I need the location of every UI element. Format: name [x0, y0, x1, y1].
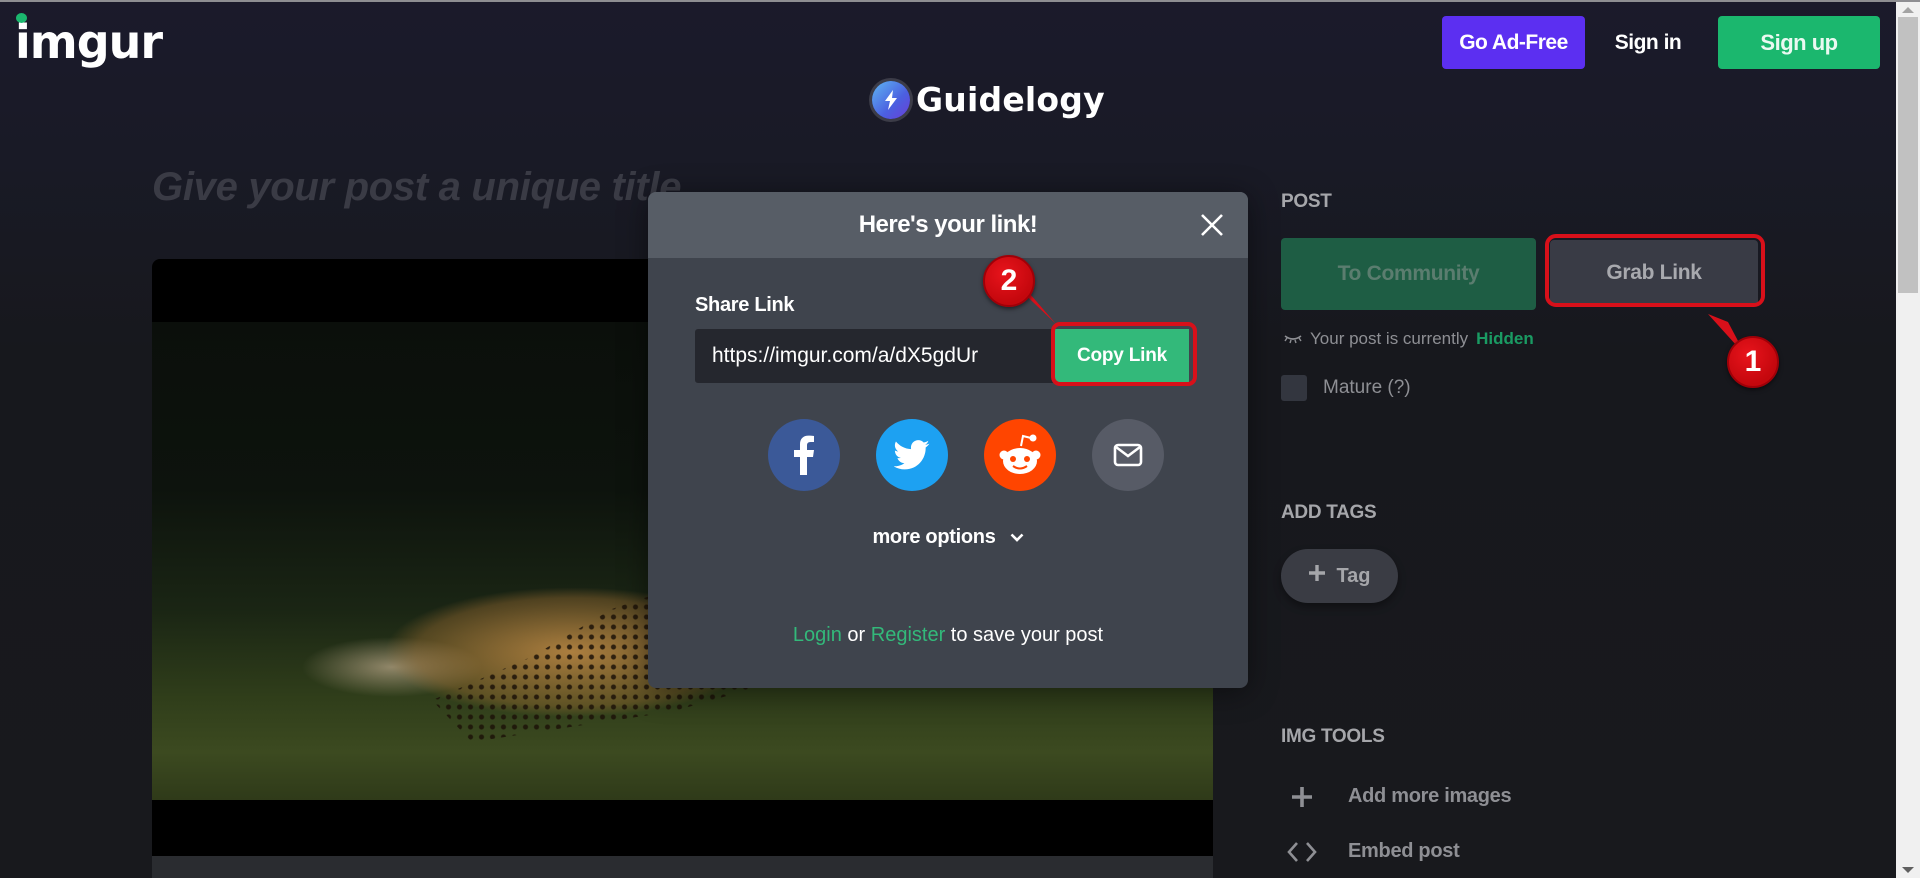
share-reddit-button[interactable] [984, 419, 1056, 491]
add-more-images-button[interactable]: Add more images [1287, 785, 1512, 808]
embed-post-button[interactable]: Embed post [1287, 840, 1460, 863]
scroll-down-arrow[interactable] [1896, 862, 1920, 878]
visibility-state[interactable]: Hidden [1476, 329, 1534, 349]
imgur-logo[interactable]: imgur [15, 13, 163, 70]
post-section-label: POST [1281, 191, 1332, 212]
plus-icon [1287, 786, 1317, 808]
or-text: or [847, 624, 866, 646]
more-options-toggle[interactable]: more options [648, 526, 1248, 549]
scroll-up-arrow[interactable] [1896, 2, 1920, 18]
sign-up-button[interactable]: Sign up [1718, 16, 1880, 69]
tool-label: Add more images [1348, 785, 1512, 807]
twitter-icon [894, 440, 930, 470]
add-tags-label: ADD TAGS [1281, 502, 1377, 523]
more-options-label: more options [872, 526, 996, 548]
step2-badge: 2 [983, 255, 1035, 307]
close-modal-button[interactable] [1196, 209, 1228, 241]
logo-text: imgur [15, 15, 163, 69]
save-suffix: to save your post [950, 624, 1104, 646]
copy-link-button[interactable]: Copy Link [1055, 329, 1189, 383]
mature-option[interactable]: Mature (?) [1281, 375, 1411, 401]
lightning-bolt-icon [872, 80, 910, 119]
grab-link-button[interactable]: Grab Link [1550, 240, 1758, 306]
share-email-button[interactable] [1092, 419, 1164, 491]
share-link-label: Share Link [695, 294, 795, 316]
visibility-status: Your post is currently Hidden [1284, 329, 1534, 349]
watermark-text: Guidelogy [916, 80, 1105, 119]
modal-header: Here's your link! [648, 192, 1248, 258]
mature-checkbox[interactable] [1281, 375, 1307, 401]
share-facebook-button[interactable] [768, 419, 840, 491]
code-brackets-icon [1287, 841, 1317, 863]
reddit-icon [999, 434, 1041, 474]
chevron-down-icon [1010, 533, 1023, 542]
mature-label: Mature (?) [1323, 377, 1411, 398]
scrollbar-thumb[interactable] [1898, 17, 1918, 293]
register-link[interactable]: Register [871, 624, 945, 646]
close-icon [1201, 214, 1223, 236]
save-post-prompt: Login or Register to save your post [648, 624, 1248, 647]
logo-dot [16, 13, 27, 23]
go-ad-free-button[interactable]: Go Ad-Free [1442, 16, 1585, 69]
page-scrollbar[interactable] [1896, 2, 1920, 878]
facebook-icon [794, 435, 814, 475]
tag-label: Tag [1336, 564, 1371, 587]
share-twitter-button[interactable] [876, 419, 948, 491]
mail-icon [1113, 443, 1143, 467]
share-link-modal: Here's your link! Share Link Copy Link [648, 192, 1248, 688]
image-description-bar[interactable] [152, 856, 1213, 878]
closed-eye-icon [1284, 329, 1302, 349]
visibility-prefix: Your post is currently [1310, 329, 1469, 348]
window-top-border [0, 0, 1920, 2]
add-tag-button[interactable]: Tag [1281, 549, 1398, 603]
guidelogy-watermark: Guidelogy [872, 80, 1105, 119]
step1-badge: 1 [1727, 336, 1779, 388]
share-url-input[interactable] [695, 329, 1055, 383]
to-community-button[interactable]: To Community [1281, 238, 1536, 310]
tool-label: Embed post [1348, 840, 1460, 862]
share-buttons [768, 419, 1164, 491]
sign-in-button[interactable]: Sign in [1600, 16, 1696, 69]
img-tools-label: IMG TOOLS [1281, 726, 1385, 747]
modal-title: Here's your link! [858, 211, 1038, 238]
login-link[interactable]: Login [793, 624, 842, 646]
plus-icon [1308, 564, 1326, 588]
